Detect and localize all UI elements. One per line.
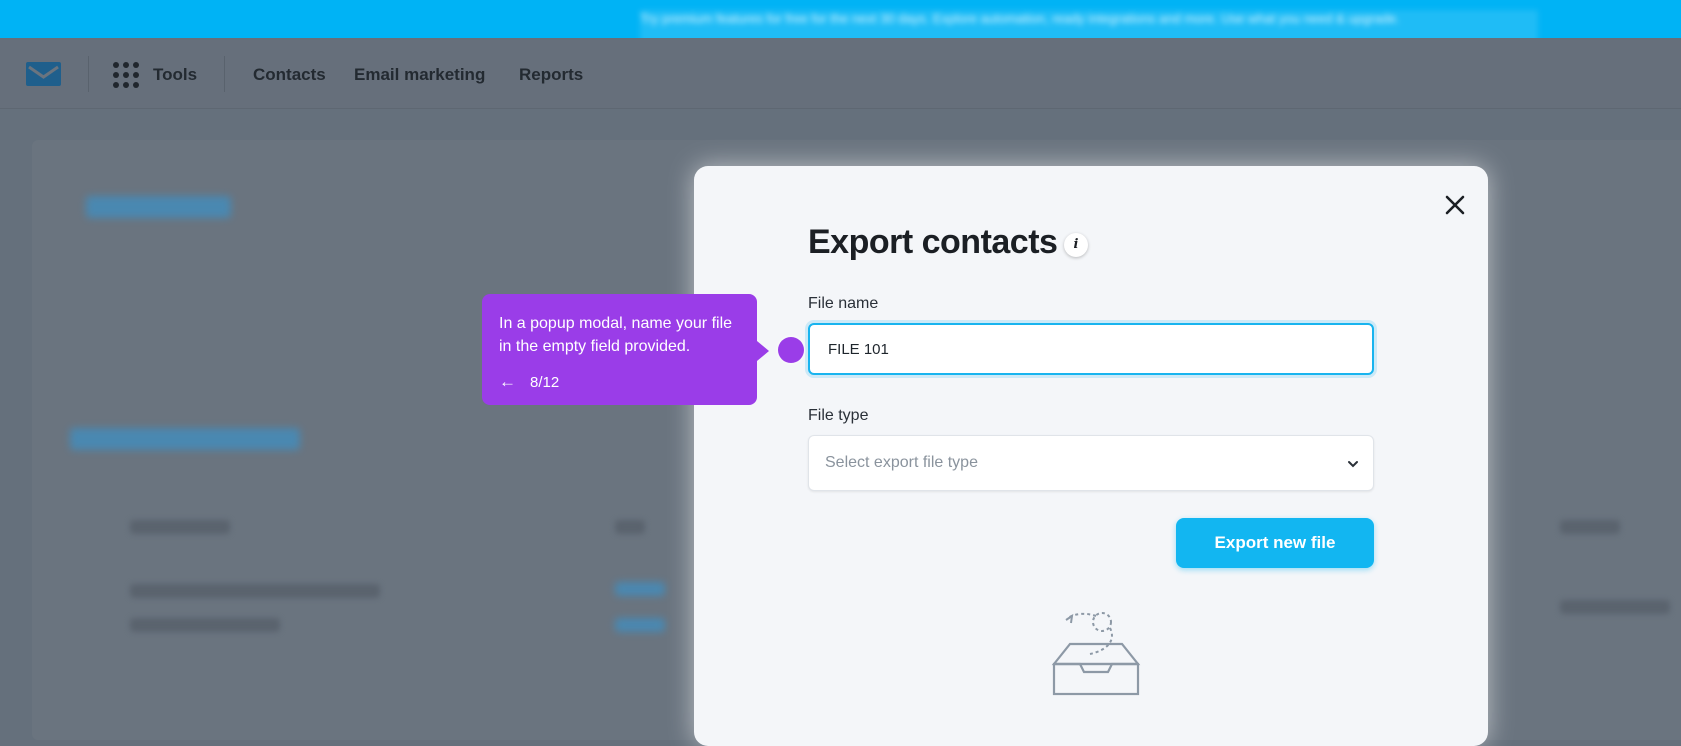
app-navbar: Tools Contacts Email marketing Reports — [0, 38, 1681, 109]
background-blurred-link — [615, 582, 665, 596]
export-new-file-button[interactable]: Export new file — [1176, 518, 1374, 568]
background-blurred-heading — [70, 428, 300, 450]
background-blurred-text — [1560, 600, 1670, 614]
nav-divider — [224, 56, 225, 92]
background-blurred-text — [615, 520, 645, 534]
background-blurred-text — [1560, 520, 1620, 534]
tooltip-text: In a popup modal, name your file in the … — [499, 315, 733, 355]
background-blurred-text — [130, 520, 230, 534]
file-name-label: File name — [808, 295, 879, 312]
background-blurred-text — [130, 618, 280, 632]
tooltip-nav: ← 8/12 — [499, 372, 559, 392]
nav-reports[interactable]: Reports — [519, 65, 583, 85]
apps-grid-icon[interactable] — [113, 62, 139, 88]
envelope-logo-icon[interactable] — [26, 62, 61, 86]
file-type-label: File type — [808, 407, 869, 424]
info-icon[interactable]: i — [1064, 233, 1088, 257]
file-name-input[interactable] — [808, 323, 1374, 375]
promo-banner: Try premium features for free for the ne… — [0, 0, 1681, 46]
tooltip-hotspot[interactable] — [778, 337, 804, 363]
file-type-select[interactable]: Select export file type — [808, 435, 1374, 491]
background-blurred-heading — [86, 196, 231, 218]
modal-title: Export contacts — [808, 223, 1058, 261]
chevron-down-icon — [1348, 461, 1358, 468]
nav-email-marketing[interactable]: Email marketing — [354, 65, 485, 85]
arrow-left-icon[interactable]: ← — [499, 372, 516, 392]
nav-tools[interactable]: Tools — [153, 65, 197, 85]
nav-divider — [88, 56, 89, 92]
empty-inbox-icon — [1051, 612, 1141, 696]
close-icon[interactable] — [1443, 193, 1467, 217]
walkthrough-tooltip: In a popup modal, name your file in the … — [482, 294, 757, 405]
tooltip-pointer — [757, 341, 769, 361]
background-blurred-link — [615, 618, 665, 632]
nav-contacts[interactable]: Contacts — [253, 65, 326, 85]
tooltip-step-counter: 8/12 — [530, 373, 560, 391]
file-type-placeholder: Select export file type — [825, 454, 978, 471]
export-contacts-modal: Export contacts i File name File type Se… — [694, 166, 1488, 746]
background-blurred-text — [130, 584, 380, 598]
